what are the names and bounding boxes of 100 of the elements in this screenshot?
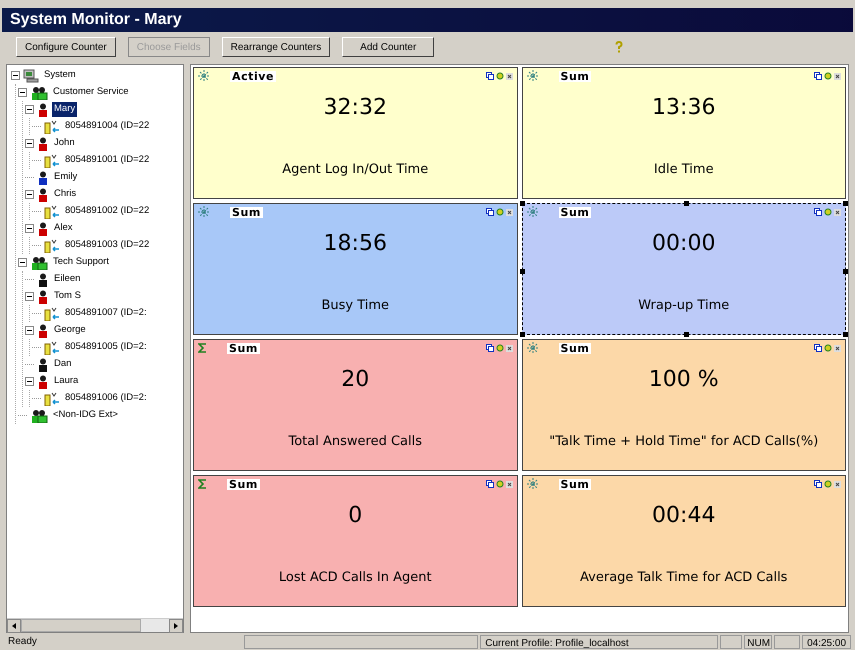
person-icon: [37, 170, 49, 184]
close-icon[interactable]: [506, 208, 512, 216]
person-icon: [37, 272, 49, 286]
counter-label: Wrap-up Time: [637, 296, 730, 314]
tree-item[interactable]: 8054891002 (ID=22: [63, 204, 152, 219]
close-icon[interactable]: [834, 480, 841, 488]
tree-item[interactable]: Chris: [52, 187, 78, 202]
tree-item[interactable]: System: [42, 68, 78, 83]
copy-icon[interactable]: [486, 480, 494, 488]
status-time: 04:25:00: [802, 634, 852, 648]
counter-mode: Sum: [558, 70, 592, 82]
person-icon: [37, 324, 49, 338]
close-icon[interactable]: [506, 72, 512, 80]
tree-item[interactable]: 8054891001 (ID=22: [63, 153, 152, 168]
phone-extension-icon: [44, 204, 60, 218]
scroll-left-icon[interactable]: [7, 619, 21, 633]
tree-item[interactable]: Emily: [52, 170, 80, 185]
tree-item[interactable]: 8054891007 (ID=2:: [63, 306, 149, 321]
resize-handle[interactable]: [520, 269, 524, 274]
counter-mode: Active: [230, 70, 276, 82]
resize-handle[interactable]: [843, 332, 848, 337]
counter-mode: Sum: [227, 342, 260, 354]
scrollbar-thumb[interactable]: [21, 619, 141, 632]
people-icon: [30, 256, 48, 270]
copy-icon[interactable]: [814, 72, 822, 80]
copy-icon[interactable]: [814, 208, 822, 216]
resize-handle[interactable]: [684, 201, 689, 206]
person-icon: [37, 188, 49, 202]
counter-panel[interactable]: Sum 20 Total Answered Calls: [193, 339, 518, 471]
counter-mode: Sum: [558, 342, 592, 354]
collapse-toggle[interactable]: [18, 258, 27, 267]
resize-handle[interactable]: [843, 201, 848, 206]
settings-icon[interactable]: [496, 72, 504, 80]
settings-icon[interactable]: [824, 480, 832, 488]
close-icon[interactable]: [834, 72, 841, 80]
copy-icon[interactable]: [486, 72, 494, 80]
tree-item[interactable]: 8054891006 (ID=2:: [63, 391, 149, 406]
resize-handle[interactable]: [520, 332, 524, 337]
copy-icon[interactable]: [486, 344, 494, 352]
tree-item[interactable]: Mary: [52, 102, 78, 117]
toolbar-button[interactable]: Add Counter: [342, 37, 434, 57]
collapse-toggle[interactable]: [25, 190, 34, 199]
burst-icon: [526, 206, 538, 218]
tree-item[interactable]: 8054891003 (ID=22: [63, 238, 152, 253]
person-icon: [37, 136, 49, 150]
tree-item[interactable]: George: [52, 323, 88, 338]
tree-item[interactable]: Laura: [52, 374, 80, 389]
toolbar-button[interactable]: Configure Counter: [16, 37, 116, 57]
counter-panel[interactable]: Sum 100 % "Talk Time + Hold Time" for ACD Calls(%): [522, 339, 846, 471]
resize-handle[interactable]: [843, 269, 848, 274]
counter-panel[interactable]: Active 32:32 Agent Log In/Out Time: [193, 67, 518, 199]
tree-item[interactable]: 8054891004 (ID=22: [63, 119, 152, 134]
toolbar-button[interactable]: Rearrange Counters: [222, 37, 330, 57]
collapse-toggle[interactable]: [11, 71, 20, 80]
collapse-toggle[interactable]: [25, 224, 34, 233]
tree-item[interactable]: John: [52, 136, 77, 151]
close-icon[interactable]: [834, 344, 841, 352]
copy-icon[interactable]: [814, 480, 822, 488]
counter-label: Idle Time: [652, 160, 715, 178]
counter-value: 32:32: [322, 94, 388, 122]
tree-item[interactable]: Dan: [52, 357, 74, 372]
counter-panel[interactable]: Sum 13:36 Idle Time: [522, 67, 846, 199]
collapse-toggle[interactable]: [25, 292, 34, 301]
copy-icon[interactable]: [486, 208, 494, 216]
settings-icon[interactable]: [824, 72, 832, 80]
resize-handle[interactable]: [520, 201, 524, 206]
settings-icon[interactable]: [824, 344, 832, 352]
close-icon[interactable]: [506, 344, 512, 352]
counter-panel[interactable]: Sum 18:56 Busy Time: [193, 203, 518, 335]
tree-item[interactable]: Tom S: [52, 289, 83, 304]
counter-panel[interactable]: Sum 00:00 Wrap-up Time: [522, 203, 846, 335]
tree-item[interactable]: Customer Service: [51, 85, 130, 100]
counter-panel[interactable]: Sum 0 Lost ACD Calls In Agent: [193, 475, 518, 607]
counter-mode: Sum: [227, 478, 260, 490]
horizontal-scrollbar[interactable]: [7, 618, 183, 632]
collapse-toggle[interactable]: [18, 88, 27, 97]
copy-icon[interactable]: [814, 344, 822, 352]
tree-item[interactable]: Eileen: [52, 272, 82, 287]
tree-item[interactable]: <Non-IDG Ext>: [51, 408, 120, 423]
burst-icon: [526, 342, 538, 354]
close-icon[interactable]: [834, 208, 841, 216]
counter-value: 20: [340, 366, 370, 394]
collapse-toggle[interactable]: [25, 139, 34, 148]
counter-panel[interactable]: Sum 00:44 Average Talk Time for ACD Calls: [522, 475, 846, 607]
collapse-toggle[interactable]: [25, 377, 34, 386]
burst-icon: [198, 70, 210, 82]
collapse-toggle[interactable]: [25, 326, 34, 335]
phone-extension-icon: [44, 238, 60, 252]
close-icon[interactable]: [506, 480, 512, 488]
tree-item[interactable]: Alex: [52, 221, 74, 236]
counter-value: 18:56: [322, 230, 388, 258]
scroll-right-icon[interactable]: [169, 619, 183, 633]
burst-icon: [526, 478, 538, 490]
tree-item[interactable]: 8054891005 (ID=2:: [63, 340, 149, 355]
status-pane: [720, 634, 742, 648]
counter-mode: Sum: [558, 478, 592, 490]
person-icon: [37, 358, 49, 372]
collapse-toggle[interactable]: [25, 105, 34, 114]
resize-handle[interactable]: [684, 332, 689, 337]
tree-item[interactable]: Tech Support: [51, 255, 111, 270]
